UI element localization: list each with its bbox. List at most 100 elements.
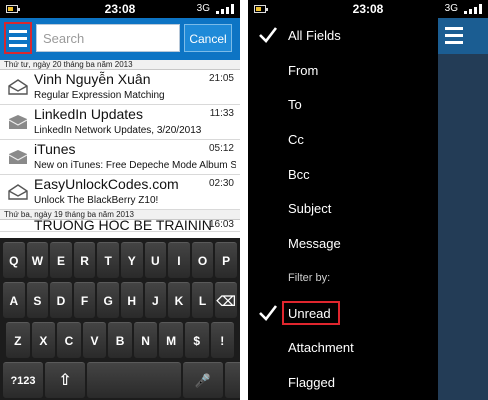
enter-key[interactable]: ↵ [225, 362, 240, 398]
filter-option-unread[interactable]: Unread [248, 297, 438, 331]
message-time: 16:03 [208, 219, 234, 230]
field-option-bcc[interactable]: Bcc [248, 158, 438, 192]
sender-name: EasyUnlockCodes.com [34, 176, 179, 192]
envelope-open-icon [8, 184, 28, 200]
list-item[interactable]: LinkedIn Updates 11:33 LinkedIn Network … [0, 105, 240, 140]
background-app-edge [438, 18, 488, 400]
field-option-cc[interactable]: Cc [248, 123, 438, 157]
key-s[interactable]: S [26, 282, 49, 318]
message-subject: Unlock The BlackBerry Z10! [34, 195, 159, 206]
background-header [438, 18, 488, 54]
key-e[interactable]: E [50, 242, 72, 278]
message-time: 02:30 [208, 178, 234, 189]
key-t[interactable]: T [97, 242, 119, 278]
field-option-to[interactable]: To [248, 88, 438, 122]
envelope-open-icon [8, 79, 28, 95]
filter-option-flagged[interactable]: Flagged [248, 366, 438, 400]
key-w[interactable]: W [26, 242, 49, 278]
key-v[interactable]: V [82, 322, 107, 358]
message-subject: Regular Expression Matching [34, 90, 165, 101]
key-b[interactable]: B [108, 322, 132, 358]
network-indicator: 3G [444, 3, 458, 14]
envelope-icon [8, 150, 28, 164]
list-item[interactable]: iTunes 05:12 New on iTunes: Free Depeche… [0, 140, 240, 175]
key-u[interactable]: U [144, 242, 167, 278]
field-option-message[interactable]: Message [248, 227, 438, 261]
keyboard-row-1: Q W E R T Y U I O P [2, 242, 238, 282]
symbol-key[interactable]: ?123 [3, 362, 43, 398]
key-k[interactable]: K [168, 282, 190, 318]
keyboard-row-4: ?123 ⇧ 🎤 ↵ [2, 362, 240, 400]
key-p[interactable]: P [215, 242, 237, 278]
option-label: From [288, 63, 319, 78]
keyboard-row-2: A S D F G H J K L ⌫ [2, 282, 238, 322]
status-bar: 23:08 3G [0, 0, 240, 18]
field-option-from[interactable]: From [248, 54, 438, 88]
hamburger-icon [445, 27, 463, 45]
key-f[interactable]: F [73, 282, 96, 318]
message-time: 21:05 [208, 73, 234, 84]
key-j[interactable]: J [144, 282, 167, 318]
menu-button[interactable] [4, 22, 32, 54]
field-option-all-fields[interactable]: All Fields [248, 19, 438, 53]
option-label: To [288, 97, 302, 112]
option-label: Flagged [288, 375, 335, 390]
key-z[interactable]: Z [6, 322, 30, 358]
sender-name: Vinh Nguyễn Xuân [34, 71, 151, 87]
search-filter-screen: 23:08 3G All Fields From To Cc Bcc Subje… [248, 0, 488, 400]
message-list: Thứ tư, ngày 20 tháng ba năm 2013 Vinh N… [0, 60, 240, 238]
key-exclamation[interactable]: ! [210, 322, 235, 358]
filter-option-attachment[interactable]: Attachment [248, 331, 438, 365]
cancel-button[interactable]: Cancel [184, 24, 232, 52]
list-item[interactable]: TRUONG HOC BE TRAININ 16:03 [0, 217, 240, 233]
key-d[interactable]: D [50, 282, 72, 318]
option-label: Subject [288, 201, 332, 216]
key-c[interactable]: C [57, 322, 81, 358]
option-label: Cc [288, 132, 304, 147]
key-q[interactable]: Q [3, 242, 25, 278]
status-bar: 23:08 3G [248, 0, 488, 18]
email-search-screen: 23:08 3G Search Cancel Thứ tư, ngày 20 t… [0, 0, 240, 400]
message-subject: LinkedIn Network Updates, 3/20/2013 [34, 125, 202, 136]
space-key[interactable] [87, 362, 181, 398]
shift-key[interactable]: ⇧ [45, 362, 85, 398]
checkmark-icon [259, 27, 278, 43]
field-option-subject[interactable]: Subject [248, 192, 438, 226]
key-i[interactable]: I [168, 242, 190, 278]
envelope-icon [8, 115, 28, 129]
key-m[interactable]: M [159, 322, 183, 358]
backspace-key[interactable]: ⌫ [215, 282, 237, 318]
network-indicator: 3G [196, 3, 210, 14]
message-subject: New on iTunes: Free Depeche Mode Album S [34, 160, 236, 171]
date-header: Thứ tư, ngày 20 tháng ba năm 2013 [0, 60, 240, 70]
hamburger-icon [9, 29, 27, 33]
option-label: Message [288, 236, 341, 251]
search-input[interactable]: Search [36, 24, 180, 52]
key-h[interactable]: H [120, 282, 143, 318]
key-y[interactable]: Y [120, 242, 143, 278]
sender-name: TRUONG HOC BE TRAININ [34, 217, 212, 233]
key-dollar[interactable]: $ [184, 322, 209, 358]
option-label: Attachment [288, 340, 354, 355]
option-label: All Fields [288, 28, 341, 43]
key-o[interactable]: O [191, 242, 214, 278]
microphone-icon[interactable]: 🎤 [183, 362, 223, 398]
key-x[interactable]: X [31, 322, 56, 358]
option-label: Unread [288, 306, 331, 321]
checkmark-icon [259, 305, 278, 321]
filter-header: Filter by: [288, 272, 331, 284]
list-item[interactable]: Vinh Nguyễn Xuân 21:05 Regular Expressio… [0, 70, 240, 105]
signal-icon [464, 4, 482, 14]
keyboard-row-3: Z X C V B N M $ ! [2, 322, 238, 362]
key-r[interactable]: R [73, 242, 96, 278]
list-item[interactable]: EasyUnlockCodes.com 02:30 Unlock The Bla… [0, 175, 240, 210]
search-header: Search Cancel [0, 18, 240, 60]
signal-icon [216, 4, 234, 14]
sender-name: iTunes [34, 141, 76, 157]
filter-panel: All Fields From To Cc Bcc Subject Messag… [248, 18, 438, 400]
key-n[interactable]: N [133, 322, 158, 358]
sender-name: LinkedIn Updates [34, 106, 143, 122]
key-l[interactable]: L [191, 282, 214, 318]
key-a[interactable]: A [3, 282, 25, 318]
key-g[interactable]: G [97, 282, 119, 318]
